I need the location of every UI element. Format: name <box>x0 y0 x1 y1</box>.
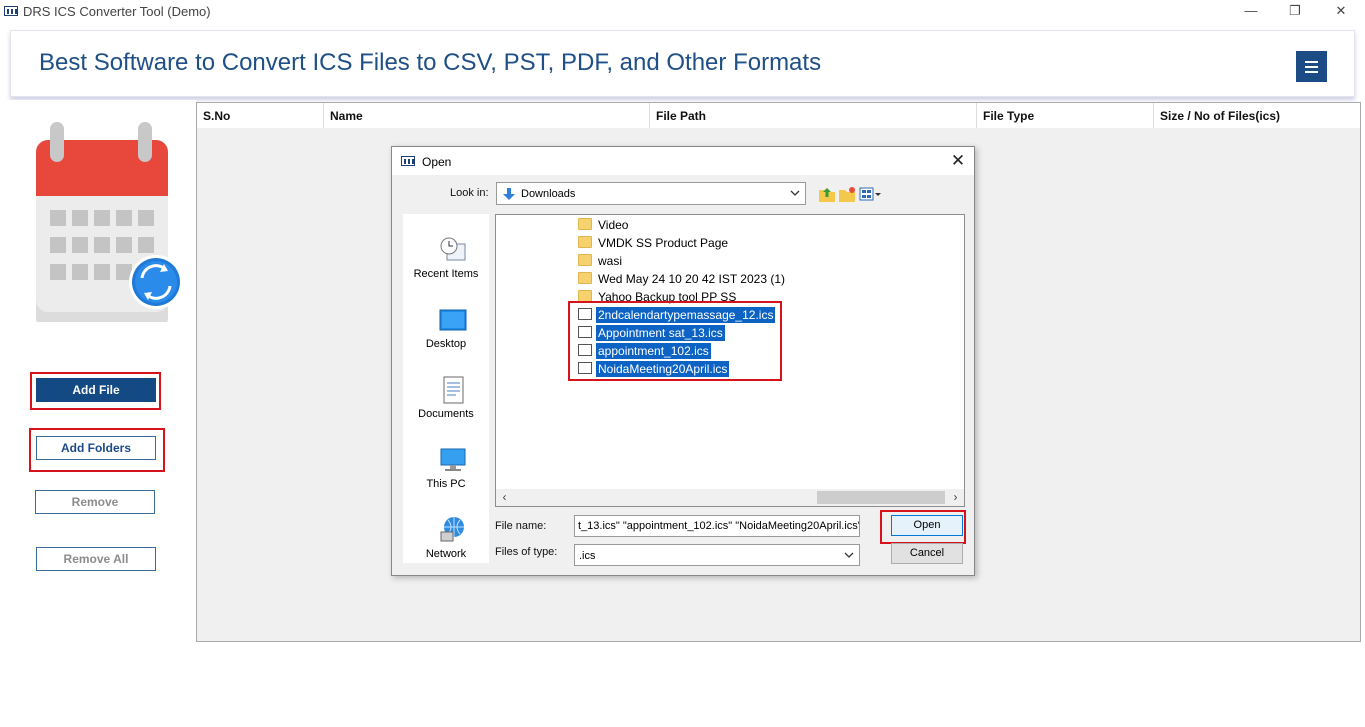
folder-icon <box>578 236 592 248</box>
place-network[interactable]: Network <box>403 502 489 564</box>
window-title: DRS ICS Converter Tool (Demo) <box>23 4 211 19</box>
new-folder-icon[interactable] <box>838 185 856 203</box>
look-in-value: Downloads <box>521 188 576 200</box>
file-name-label: File name: <box>495 520 547 532</box>
column-header-sno[interactable]: S.No <box>197 103 324 128</box>
folder-icon <box>578 218 592 230</box>
dialog-title-bar: Open ✕ <box>392 147 974 175</box>
column-header-file-type[interactable]: File Type <box>977 103 1154 128</box>
download-arrow-icon <box>503 188 515 200</box>
folder-icon <box>578 272 592 284</box>
app-icon <box>401 156 415 166</box>
highlight-box <box>568 301 782 381</box>
file-list[interactable]: Video VMDK SS Product Page wasi Wed May … <box>495 214 965 507</box>
documents-icon <box>443 376 464 404</box>
scrollbar-thumb[interactable] <box>817 491 945 504</box>
open-file-dialog: Open ✕ Look in: Downloads Recent Items D… <box>391 146 975 576</box>
scroll-left-icon[interactable]: ‹ <box>496 489 513 506</box>
calendar-sync-icon <box>36 122 183 322</box>
place-recent-items[interactable]: Recent Items <box>403 222 489 284</box>
open-button[interactable]: Open <box>891 515 963 536</box>
up-folder-icon[interactable] <box>818 185 836 203</box>
place-label: Network <box>425 548 467 560</box>
view-menu-icon[interactable] <box>859 185 883 203</box>
places-bar: Recent Items Desktop Documents This PC N… <box>403 214 489 563</box>
hamburger-icon <box>1305 61 1318 63</box>
restore-button[interactable]: ❐ <box>1272 0 1318 24</box>
remove-all-button[interactable]: Remove All <box>36 547 156 571</box>
dialog-close-button[interactable]: ✕ <box>946 150 970 172</box>
place-desktop[interactable]: Desktop <box>403 292 489 354</box>
title-bar: DRS ICS Converter Tool (Demo) — ❐ ✕ <box>0 0 1365 24</box>
scroll-right-icon[interactable]: › <box>947 489 964 506</box>
chevron-down-icon <box>844 552 854 558</box>
look-in-dropdown[interactable]: Downloads <box>496 182 806 205</box>
page-title: Best Software to Convert ICS Files to CS… <box>39 49 822 76</box>
add-file-button[interactable]: Add File <box>36 378 156 402</box>
files-of-type-label: Files of type: <box>495 546 558 558</box>
file-name-input[interactable]: t_13.ics" "appointment_102.ics" "NoidaMe… <box>574 515 860 537</box>
folder-icon <box>578 254 592 266</box>
horizontal-scrollbar[interactable]: ‹ › <box>496 489 964 506</box>
remove-button[interactable]: Remove <box>35 490 155 514</box>
place-this-pc[interactable]: This PC <box>403 432 489 494</box>
files-of-type-value: .ics <box>579 550 596 562</box>
chevron-down-icon <box>790 190 800 196</box>
file-name: VMDK SS Product Page <box>598 236 729 250</box>
app-icon <box>4 6 18 16</box>
dialog-title: Open <box>422 155 452 169</box>
cancel-button[interactable]: Cancel <box>891 543 963 564</box>
column-header-size[interactable]: Size / No of Files(ics) <box>1154 103 1360 128</box>
place-label: Desktop <box>425 338 467 350</box>
grid-header: S.No Name File Path File Type Size / No … <box>197 103 1360 128</box>
network-icon <box>440 517 464 542</box>
files-of-type-dropdown[interactable]: .ics <box>574 544 860 566</box>
recent-items-icon <box>440 237 466 261</box>
left-panel: Add File Add Folders Remove Remove All <box>0 100 196 727</box>
file-name: Video <box>598 218 629 232</box>
column-header-name[interactable]: Name <box>324 103 650 128</box>
look-in-label: Look in: <box>450 187 489 199</box>
place-documents[interactable]: Documents <box>403 362 489 424</box>
file-name: Wed May 24 10 20 42 IST 2023 (1) <box>598 272 786 286</box>
place-label: Recent Items <box>413 268 479 280</box>
desktop-icon <box>439 309 467 331</box>
file-name: wasi <box>598 254 623 268</box>
close-window-button[interactable]: ✕ <box>1318 0 1364 24</box>
place-label: Documents <box>418 408 474 420</box>
this-pc-icon <box>440 448 466 471</box>
add-folders-button[interactable]: Add Folders <box>36 436 156 460</box>
place-label: This PC <box>426 478 466 490</box>
column-header-file-path[interactable]: File Path <box>650 103 977 128</box>
hamburger-menu-button[interactable] <box>1296 51 1327 82</box>
minimize-button[interactable]: — <box>1228 0 1274 24</box>
header-banner: Best Software to Convert ICS Files to CS… <box>10 30 1355 97</box>
